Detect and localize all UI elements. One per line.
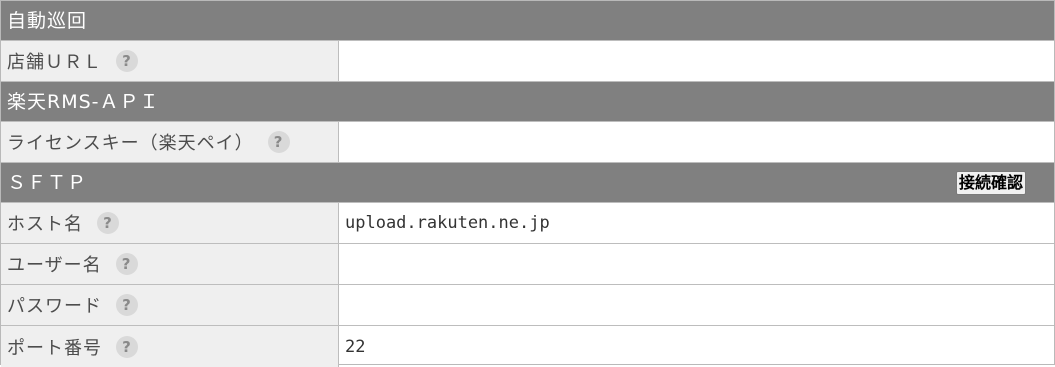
row-host: ホスト名 ? upload.rakuten.ne.jp — [1, 203, 1054, 244]
password-field[interactable] — [339, 285, 1054, 325]
host-field[interactable]: upload.rakuten.ne.jp — [339, 203, 1054, 243]
section-sftp: ＳＦＴＰ 接続確認 — [1, 163, 1054, 203]
connection-check-button[interactable]: 接続確認 — [955, 171, 1026, 195]
help-icon[interactable]: ? — [116, 335, 138, 358]
section-rms-api: 楽天RMS-ＡＰＩ — [1, 82, 1054, 122]
port-label: ポート番号 — [7, 337, 102, 359]
section-title: ＳＦＴＰ — [7, 172, 88, 194]
help-icon[interactable]: ? — [115, 253, 138, 275]
label-cell: ポート番号 ? — [1, 326, 339, 367]
password-label: パスワード — [7, 296, 102, 317]
row-port: ポート番号 ? 22 — [1, 326, 1054, 367]
row-store-url: 店舗ＵＲＬ ? — [1, 41, 1054, 82]
username-field[interactable] — [339, 244, 1054, 284]
host-label: ホスト名 — [7, 214, 83, 235]
section-title: 楽天RMS-ＡＰＩ — [7, 91, 160, 113]
section-title: 自動巡回 — [7, 10, 88, 32]
row-license-key: ライセンスキー（楽天ペイ） ? — [1, 122, 1054, 163]
license-key-field[interactable] — [339, 122, 1054, 162]
section-auto-patrol: 自動巡回 — [1, 1, 1054, 41]
row-username: ユーザー名 ? — [1, 244, 1054, 285]
help-icon[interactable]: ? — [116, 294, 138, 316]
row-password: パスワード ? — [1, 285, 1054, 326]
label-cell: ライセンスキー（楽天ペイ） ? — [1, 122, 339, 162]
label-cell: ホスト名 ? — [1, 203, 339, 243]
port-field[interactable]: 22 — [339, 326, 1054, 367]
label-cell: パスワード ? — [1, 285, 339, 325]
store-url-label: 店舗ＵＲＬ — [7, 52, 102, 73]
help-icon[interactable]: ? — [116, 50, 138, 72]
label-cell: 店舗ＵＲＬ ? — [1, 41, 339, 81]
settings-table: 自動巡回 店舗ＵＲＬ ? 楽天RMS-ＡＰＩ ライセンスキー（楽天ペイ） ? Ｓ… — [0, 0, 1055, 367]
label-cell: ユーザー名 ? — [1, 244, 339, 284]
username-label: ユーザー名 — [7, 255, 102, 276]
license-key-label: ライセンスキー（楽天ペイ） — [7, 133, 254, 154]
help-icon[interactable]: ? — [267, 131, 290, 153]
store-url-field[interactable] — [339, 41, 1054, 81]
help-icon[interactable]: ? — [97, 212, 119, 234]
